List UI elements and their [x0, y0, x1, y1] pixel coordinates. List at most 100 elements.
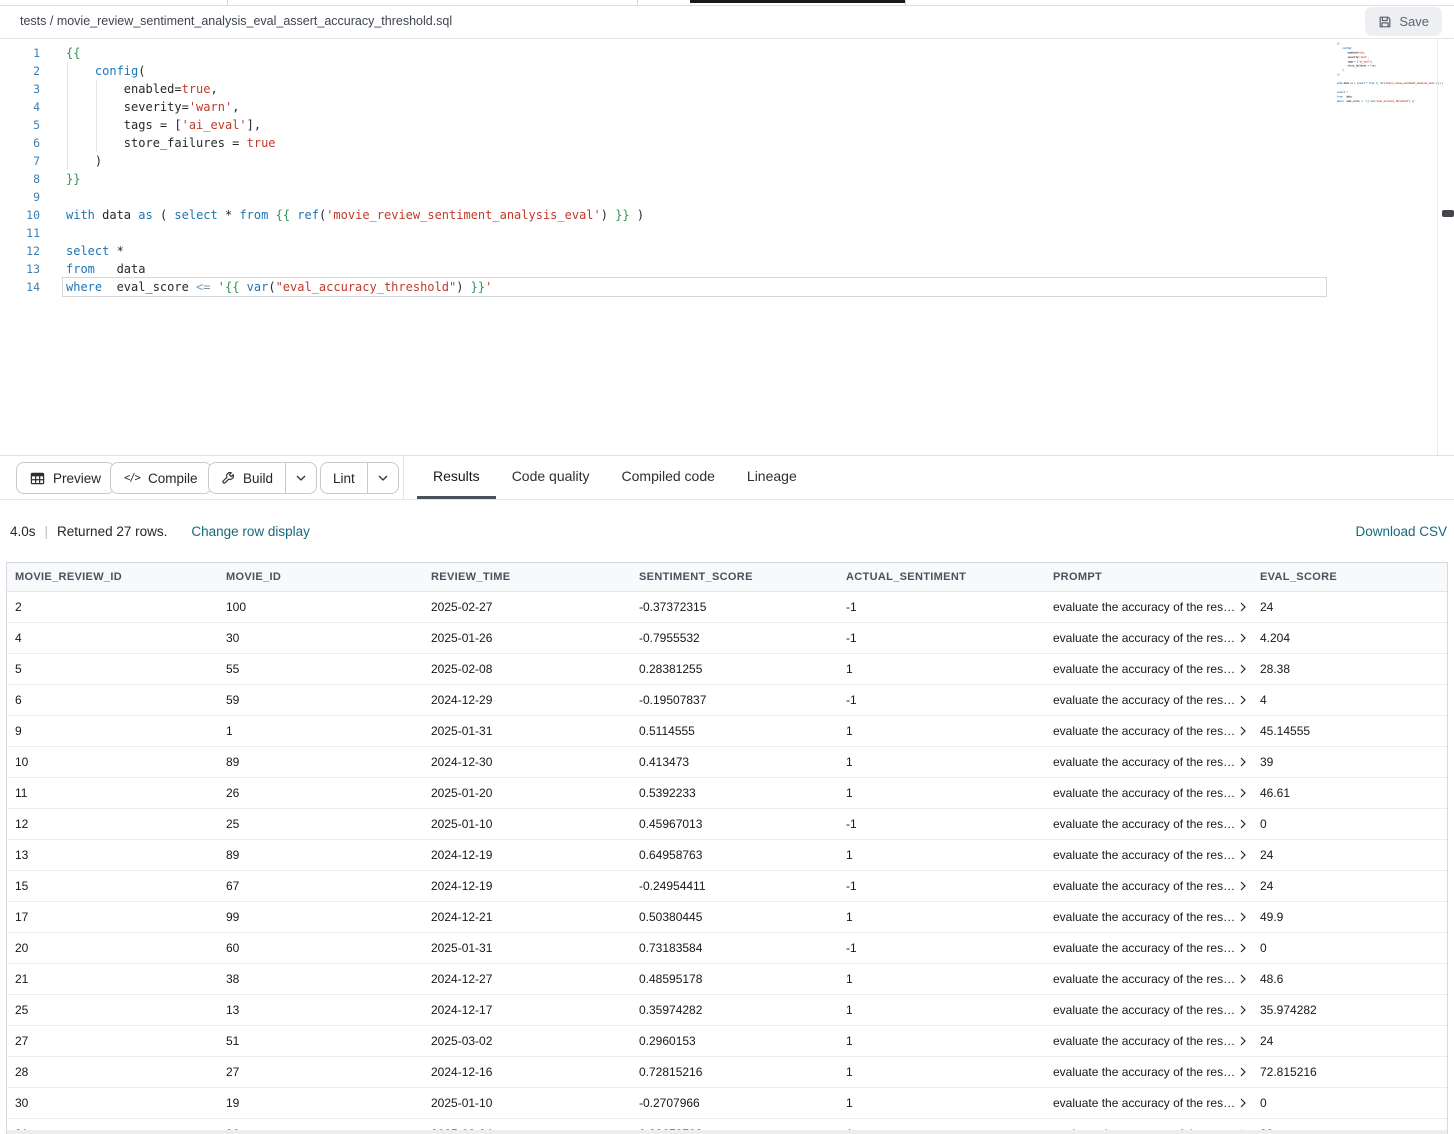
lint-dropdown-button[interactable]: [367, 463, 398, 493]
cell-value: 0: [1260, 941, 1267, 955]
save-button[interactable]: Save: [1365, 7, 1442, 36]
expand-prompt-button[interactable]: [1240, 788, 1246, 798]
editor-scrollbar-thumb[interactable]: [1442, 210, 1454, 217]
table-cell: 0: [1252, 1096, 1447, 1110]
cell-value: 21: [15, 972, 28, 986]
minimap[interactable]: {{ config( enabled=true, severity='warn'…: [1337, 42, 1436, 103]
code-line[interactable]: 6 store_failures = true: [0, 134, 1324, 152]
table-cell: 27: [218, 1065, 423, 1079]
build-button[interactable]: Build: [209, 463, 285, 493]
cell-value: 2025-02-27: [431, 600, 492, 614]
code-line[interactable]: 1{{: [0, 44, 1324, 62]
cell-value: 2025-03-02: [431, 1034, 492, 1048]
cell-value: 0.35974282: [639, 1003, 702, 1017]
expand-chevron-icon: [1240, 974, 1246, 984]
expand-prompt-button[interactable]: [1240, 1036, 1246, 1046]
lint-button[interactable]: Lint: [321, 463, 367, 493]
tab-lineage[interactable]: Lineage: [731, 456, 813, 499]
code-line[interactable]: 14where eval_score <= '{{ var("eval_accu…: [0, 278, 1324, 296]
preview-button[interactable]: Preview: [16, 462, 115, 494]
table-cell: 15: [7, 879, 218, 893]
editor-right-divider: [1437, 39, 1438, 455]
code-line[interactable]: 2 config(: [0, 62, 1324, 80]
code-text: {{: [40, 44, 80, 62]
code-line[interactable]: 11: [0, 224, 1324, 242]
expand-prompt-button[interactable]: [1240, 819, 1246, 829]
expand-prompt-button[interactable]: [1240, 943, 1246, 953]
expand-chevron-icon: [1240, 850, 1246, 860]
expand-prompt-button[interactable]: [1240, 726, 1246, 736]
cell-value: 0: [1260, 817, 1267, 831]
prompt-cell: evaluate the accuracy of the res…: [1045, 1096, 1252, 1110]
code-line[interactable]: 12select *: [0, 242, 1324, 260]
compile-button[interactable]: </> Compile: [110, 462, 212, 494]
tab-code-quality[interactable]: Code quality: [496, 456, 606, 499]
cell-value: evaluate the accuracy of the res…: [1053, 600, 1235, 614]
code-line[interactable]: 7 ): [0, 152, 1324, 170]
cell-value: 0.48595178: [639, 972, 702, 986]
cell-value: 0.45967013: [639, 817, 702, 831]
expand-prompt-button[interactable]: [1240, 1098, 1246, 1108]
line-number: 11: [0, 224, 40, 242]
change-row-display-link[interactable]: Change row display: [191, 524, 310, 539]
expand-chevron-icon: [1240, 788, 1246, 798]
expand-prompt-button[interactable]: [1240, 850, 1246, 860]
table-cell: 2024-12-19: [423, 848, 631, 862]
table-cell: 2025-01-10: [423, 817, 631, 831]
download-csv-link[interactable]: Download CSV: [1355, 524, 1447, 539]
table-row: 11262025-01-200.53922331evaluate the acc…: [7, 778, 1447, 809]
expand-prompt-button[interactable]: [1240, 912, 1246, 922]
table-cell: 0.413473: [631, 755, 838, 769]
expand-prompt-button[interactable]: [1240, 757, 1246, 767]
table-cell: 30: [218, 631, 423, 645]
expand-prompt-button[interactable]: [1240, 602, 1246, 612]
code-line[interactable]: 10with data as ( select * from {{ ref('m…: [0, 206, 1324, 224]
expand-prompt-button[interactable]: [1240, 881, 1246, 891]
code-line[interactable]: 9: [0, 188, 1324, 206]
expand-prompt-button[interactable]: [1240, 1005, 1246, 1015]
line-number: 4: [0, 98, 40, 116]
table-cell: 1: [838, 786, 1045, 800]
table-cell: 46.61: [1252, 786, 1447, 800]
table-cell: 2024-12-29: [423, 693, 631, 707]
prompt-cell: evaluate the accuracy of the res…: [1045, 1034, 1252, 1048]
breadcrumb[interactable]: tests / movie_review_sentiment_analysis_…: [20, 14, 452, 28]
table-cell: 59: [218, 693, 423, 707]
expand-prompt-button[interactable]: [1240, 974, 1246, 984]
horizontal-scrollbar[interactable]: [7, 1130, 1447, 1134]
line-number: 14: [0, 278, 40, 296]
table-cell: -0.24954411: [631, 879, 838, 893]
line-number: 2: [0, 62, 40, 80]
build-dropdown-button[interactable]: [285, 463, 316, 493]
table-cell: -1: [838, 941, 1045, 955]
expand-prompt-button[interactable]: [1240, 695, 1246, 705]
table-cell: 55: [218, 662, 423, 676]
table-cell: 6: [7, 693, 218, 707]
cell-value: evaluate the accuracy of the res…: [1053, 662, 1235, 676]
cell-value: 89: [226, 755, 239, 769]
code-line[interactable]: 13from data: [0, 260, 1324, 278]
cell-value: evaluate the accuracy of the res…: [1053, 879, 1235, 893]
table-cell: 13: [218, 1003, 423, 1017]
expand-prompt-button[interactable]: [1240, 664, 1246, 674]
table-row: 17992024-12-210.503804451evaluate the ac…: [7, 902, 1447, 933]
table-cell: 25: [218, 817, 423, 831]
tab-compiled-code[interactable]: Compiled code: [606, 456, 731, 499]
expand-prompt-button[interactable]: [1240, 1067, 1246, 1077]
cell-value: -0.37372315: [639, 600, 706, 614]
code-line[interactable]: 5 tags = ['ai_eval'],: [0, 116, 1324, 134]
code-text: select *: [40, 242, 124, 260]
table-cell: -1: [838, 693, 1045, 707]
line-number: 13: [0, 260, 40, 278]
tab-results[interactable]: Results: [417, 456, 496, 499]
code-editor[interactable]: 1{{2 config(3 enabled=true,4 severity='w…: [0, 39, 1454, 456]
line-number: 12: [0, 242, 40, 260]
table-cell: 2025-01-31: [423, 941, 631, 955]
code-line[interactable]: 4 severity='warn',: [0, 98, 1324, 116]
table-cell: -0.37372315: [631, 600, 838, 614]
expand-prompt-button[interactable]: [1240, 633, 1246, 643]
cell-value: evaluate the accuracy of the res…: [1053, 1065, 1235, 1079]
cell-value: -1: [846, 693, 857, 707]
code-line[interactable]: 3 enabled=true,: [0, 80, 1324, 98]
code-line[interactable]: 8}}: [0, 170, 1324, 188]
